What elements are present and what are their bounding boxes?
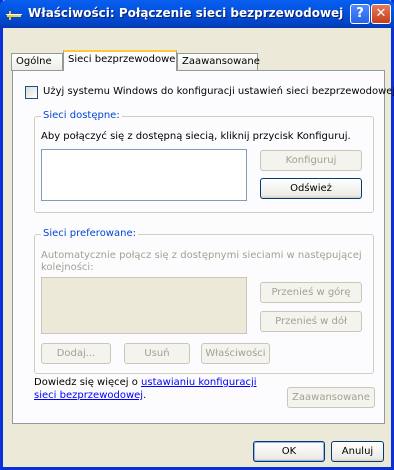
learn-more-link-part1[interactable]: ustawianiu konfiguracji bbox=[141, 377, 256, 388]
learn-more-prefix: Dowiedz się więcej o bbox=[34, 377, 138, 388]
title-bar[interactable]: Właściwości: Połączenie sieci bezprzewod… bbox=[0, 0, 394, 28]
preferred-description-line1: Automatycznie połącz się z dostępnymi si… bbox=[41, 250, 362, 261]
learn-more-link-part2[interactable]: sieci bezprzewodowej bbox=[34, 390, 143, 401]
refresh-button[interactable]: Odśwież bbox=[260, 178, 362, 199]
available-networks-list[interactable] bbox=[41, 149, 247, 201]
remove-button[interactable]: Usuń bbox=[124, 343, 190, 364]
help-button[interactable]: ? bbox=[350, 4, 370, 24]
advanced-button[interactable]: Zaawansowane bbox=[287, 387, 375, 408]
available-networks-description: Aby połączyć się z dostępną siecią, klik… bbox=[41, 131, 351, 142]
window-title: Właściwości: Połączenie sieci bezprzewod… bbox=[28, 6, 344, 20]
move-up-button[interactable]: Przenieś w górę bbox=[260, 282, 362, 303]
close-button[interactable]: ✕ bbox=[371, 4, 391, 24]
move-down-button[interactable]: Przenieś w dół bbox=[260, 311, 362, 332]
properties-dialog: Właściwości: Połączenie sieci bezprzewod… bbox=[0, 0, 394, 470]
learn-more-line1: Dowiedz się więcej o ustawianiu konfigur… bbox=[34, 377, 257, 388]
ok-button[interactable]: OK bbox=[253, 441, 325, 462]
use-windows-checkbox[interactable] bbox=[25, 86, 38, 99]
wireless-connection-icon bbox=[6, 11, 22, 20]
properties-button[interactable]: Właściwości bbox=[201, 343, 270, 364]
cancel-button[interactable]: Anuluj bbox=[331, 441, 384, 462]
tab-wireless-networks[interactable]: Sieci bezprzewodowe bbox=[63, 50, 177, 71]
use-windows-label: Użyj systemu Windows do konfiguracji ust… bbox=[43, 86, 394, 97]
tab-general[interactable]: Ogólne bbox=[11, 53, 63, 71]
available-networks-legend: Sieci dostępne: bbox=[41, 110, 122, 121]
preferred-networks-legend: Sieci preferowane: bbox=[41, 228, 138, 239]
configure-button[interactable]: Konfiguruj bbox=[260, 150, 362, 171]
add-button[interactable]: Dodaj... bbox=[41, 343, 111, 364]
preferred-networks-list[interactable] bbox=[41, 277, 247, 334]
preferred-description-line2: kolejności: bbox=[41, 262, 94, 273]
learn-more-suffix: . bbox=[143, 390, 147, 401]
tab-advanced[interactable]: Zaawansowane bbox=[177, 53, 260, 71]
learn-more-line2: sieci bezprzewodowej. bbox=[34, 390, 146, 401]
